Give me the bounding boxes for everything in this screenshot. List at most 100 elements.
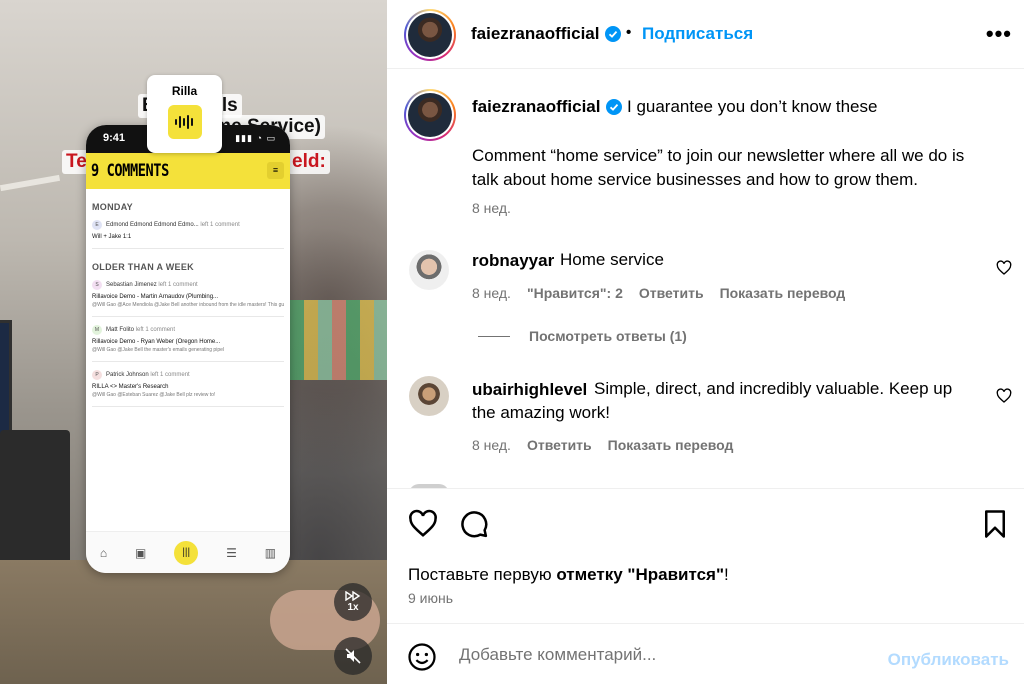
view-replies-button[interactable]: Посмотреть ответы (1) [478, 328, 687, 344]
comment-username[interactable]: ubairhighlevel [472, 380, 587, 400]
rilla-app-name: Rilla [171, 84, 198, 98]
comment-avatar[interactable] [409, 376, 449, 416]
phone-item-detail: @Will Gao @Jake Bell the master's emails… [92, 347, 224, 353]
heart-icon[interactable] [408, 509, 438, 539]
phone-avatar-icon: S [92, 280, 102, 290]
sound-wave-icon [167, 105, 202, 139]
author-username[interactable]: faiezranaofficial [471, 24, 621, 44]
phone-list-item: P Patrick Johnson left 1 comment RILLA <… [92, 362, 284, 407]
comment-reply-button[interactable]: Ответить [639, 285, 704, 301]
comment-time: 8 нед. [472, 285, 511, 301]
post-actions: Поставьте первую отметку "Нравится"! 9 и… [387, 488, 1024, 623]
phone-menu-icon: ≡ [267, 162, 284, 179]
comment-username[interactable]: robnayyar [472, 251, 554, 271]
comment-avatar[interactable] [409, 250, 449, 290]
phone-home-icon: ⌂ [99, 545, 108, 560]
rilla-app-card: Rilla [147, 75, 222, 153]
comment-icon[interactable] [459, 509, 489, 539]
phone-item-action: left 1 comment [158, 282, 198, 288]
phone-item-action: left 1 comment [150, 372, 190, 378]
video-laptop [0, 430, 70, 580]
post-panel: faiezranaofficial • Подписаться ••• faie… [387, 0, 1024, 684]
comment-text: Simple, direct, and incredibly valuable.… [594, 379, 953, 398]
caption-username-label: faiezranaofficial [472, 97, 601, 116]
comment-time: 8 нед. [472, 437, 511, 453]
comment-input[interactable] [459, 642, 879, 668]
phone-item-who: Matt Folito [106, 327, 135, 333]
author-username-label: faiezranaofficial [471, 24, 600, 43]
video-wall-art [290, 300, 387, 380]
phone-item-detail: @Will Gao @Ace Mendiola @Jake Bell anoth… [92, 302, 284, 308]
mute-button[interactable] [334, 637, 372, 675]
phone-item-action: left 1 comment [135, 327, 176, 333]
publish-button[interactable]: Опубликовать [888, 650, 1009, 670]
comment-like-heart-icon[interactable] [996, 388, 1012, 404]
playback-speed-button[interactable]: 1x [334, 583, 372, 621]
post-date: 9 июнь [408, 590, 454, 606]
verified-badge-icon [605, 99, 622, 115]
phone-item-title: Will + Jake 1:1 [92, 234, 132, 240]
follow-button[interactable]: Подписаться [642, 24, 753, 44]
mute-icon [345, 648, 361, 664]
phone-bottom-nav: ⌂ ▣ ||| ☰ ▥ [86, 531, 290, 573]
phone-header-title: 9 COMMENTS [91, 161, 169, 181]
phone-list-item: M Matt Folito left 1 comment Rillavoice … [92, 317, 284, 362]
phone-item-action: left 1 comment [200, 222, 240, 228]
comment-likes-count[interactable]: "Нравится": 2 [527, 285, 623, 301]
phone-item-title: RILLA <> Master's Research [92, 384, 169, 390]
phone-time: 9:41 [103, 132, 126, 144]
comment-meta: 8 нед. Ответить Показать перевод [472, 437, 733, 453]
comment-meta: 8 нед. "Нравится": 2 Ответить Показать п… [472, 285, 845, 301]
phone-item-title: Rillavoice Demo - Martin Arnaudov (Plumb… [92, 294, 219, 300]
phone-section-monday: MONDAY [92, 202, 133, 212]
caption-time: 8 нед. [472, 200, 511, 216]
phone-stats-icon: ▥ [264, 545, 277, 560]
author-avatar[interactable] [404, 9, 456, 61]
phone-item-who: Sebastian Jimenez [106, 282, 157, 288]
phone-section-older: OLDER THAN A WEEK [92, 262, 194, 272]
post-header: faiezranaofficial • Подписаться ••• [387, 0, 1024, 69]
caption-author-avatar[interactable] [404, 89, 456, 141]
comment-translate-button[interactable]: Показать перевод [720, 285, 846, 301]
phone-item-detail: @Will Gao @Esteban Suarez @Jake Bell plz… [92, 392, 216, 398]
phone-comments-icon: ▣ [135, 545, 147, 560]
phone-item-who: Edmond Edmond Edmond Edmo... [106, 222, 199, 228]
phone-avatar-icon: M [92, 325, 102, 335]
comment-text-continued: the amazing work! [472, 403, 610, 422]
comment-text: Home service [560, 250, 664, 269]
likes-summary: Поставьте первую отметку "Нравится"! [408, 565, 729, 585]
playback-speed-icon [345, 591, 361, 601]
comment-like-heart-icon[interactable] [996, 260, 1012, 276]
more-options-icon[interactable]: ••• [986, 21, 1012, 47]
phone-record-icon: ||| [174, 540, 199, 565]
video-overlay-text: eld: [288, 150, 330, 174]
phone-avatar-icon: P [92, 370, 102, 380]
header-separator: • [626, 24, 632, 41]
phone-list-icon: ☰ [226, 545, 237, 560]
playback-speed-label: 1x [347, 602, 359, 613]
phone-list-item: E Edmond Edmond Edmond Edmo... left 1 co… [92, 212, 284, 249]
signal-icon: ▮▮▮ ◔ ▭ [235, 133, 276, 143]
comments-list[interactable]: faiezranaofficial I guarantee you don’t … [387, 70, 1024, 488]
view-replies-line [478, 335, 510, 337]
bookmark-icon[interactable] [980, 509, 1010, 539]
first-like-link[interactable]: отметку "Нравится" [556, 565, 724, 584]
comment-reply-button[interactable]: Ответить [527, 437, 592, 453]
emoji-icon[interactable] [407, 642, 437, 672]
phone-item-who: Patrick Johnson [106, 372, 149, 378]
phone-header: 9 COMMENTS ≡ [86, 153, 290, 189]
phone-avatar-icon: E [92, 220, 102, 230]
caption-body: Comment “home service” to join our newsl… [472, 146, 965, 189]
add-comment-bar: Опубликовать [387, 623, 1024, 684]
phone-mockup: 9:41 ▮▮▮ ◔ ▭ 9 COMMENTS ≡ MONDAY E Edmon… [86, 125, 290, 573]
reel-video[interactable]: Best Tools (for Home Service) Te eld: Ri… [0, 0, 387, 684]
likes-suffix: ! [724, 565, 729, 584]
comment-translate-button[interactable]: Показать перевод [608, 437, 734, 453]
likes-prefix: Поставьте первую [408, 565, 557, 584]
view-replies-label: Посмотреть ответы (1) [529, 328, 687, 344]
phone-item-title: Rillavoice Demo - Ryan Weber (Oregon Hom… [92, 339, 221, 345]
phone-list-item: S Sebastian Jimenez left 1 comment Rilla… [92, 272, 284, 317]
caption-author-username[interactable]: faiezranaofficial [472, 97, 622, 117]
verified-badge-icon [604, 26, 621, 42]
caption-text-line1: I guarantee you don’t know these [627, 97, 878, 116]
